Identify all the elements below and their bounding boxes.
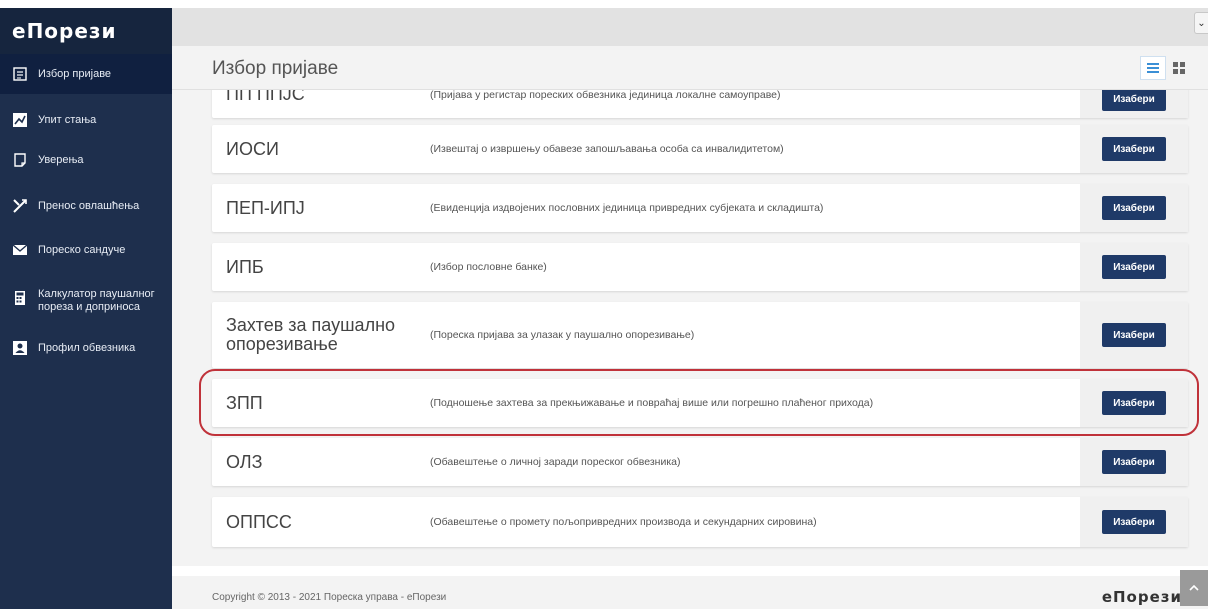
- list-item: ПП ППЈС (Пријава у регистар пореских обв…: [212, 90, 1188, 118]
- footer: Copyright © 2013 - 2021 Пореска управа -…: [172, 576, 1208, 609]
- button-cell: Изабери: [1080, 379, 1188, 427]
- mail-icon: [12, 242, 28, 258]
- sidebar-item-label: Избор пријаве: [38, 68, 112, 80]
- select-button[interactable]: Изабери: [1102, 137, 1166, 161]
- select-button[interactable]: Изабери: [1102, 391, 1166, 415]
- list-item-highlighted: ЗПП (Подношење захтева за прекњижавање и…: [212, 379, 1188, 427]
- select-button[interactable]: Изабери: [1102, 196, 1166, 220]
- form-code: ИПБ: [226, 256, 264, 277]
- button-cell: Изабери: [1080, 90, 1188, 118]
- chevron-down-icon[interactable]: ⌄: [1194, 12, 1208, 34]
- select-button[interactable]: Изабери: [1102, 255, 1166, 279]
- sidebar-item-label: Профил обвезника: [38, 342, 136, 354]
- transfer-icon: [12, 198, 28, 214]
- form-description: (Обавештење о промету пољопривредних про…: [430, 516, 817, 528]
- form-description: (Пријава у регистар пореских обвезника ј…: [430, 90, 781, 101]
- sidebar: еПорези Избор пријаве Упит стања Уверења…: [0, 8, 172, 609]
- scroll-to-top-button[interactable]: [1180, 570, 1208, 606]
- sidebar-item-label: Упит стања: [38, 114, 97, 126]
- list-item: ПЕП-ИПЈ (Евиденција издвојених пословних…: [212, 184, 1188, 232]
- sidebar-item-poresko-sanduce[interactable]: Пореско сандуче: [0, 230, 172, 274]
- sidebar-item-label: Калкулатор паушалног пореза и доприноса: [38, 288, 155, 313]
- list-item: ОЛЗ (Обавештење о личној заради пореског…: [212, 438, 1188, 486]
- list-icon: [1147, 63, 1159, 73]
- sidebar-item-label: Пореско сандуче: [38, 244, 126, 256]
- list-item: ИОСИ (Извештај о извршењу обавезе запошљ…: [212, 125, 1188, 173]
- button-cell: Изабери: [1080, 497, 1188, 547]
- form-code: ПЕП-ИПЈ: [226, 197, 305, 218]
- button-cell: Изабери: [1080, 302, 1188, 368]
- page-header: Избор пријаве: [172, 46, 1208, 90]
- list-view-button[interactable]: [1140, 56, 1166, 80]
- certificate-icon: [12, 152, 28, 168]
- sidebar-item-prenos-ovlascenja[interactable]: Пренос овлашћења: [0, 182, 172, 230]
- chart-icon: [12, 112, 28, 128]
- sidebar-item-upit-stanja[interactable]: Упит стања: [0, 94, 172, 138]
- form-code: ЗПП: [226, 392, 263, 413]
- profile-icon: [12, 340, 28, 356]
- top-bar: ⌄: [172, 8, 1208, 46]
- form-description: (Обавештење о личној заради пореског обв…: [430, 456, 681, 468]
- button-cell: Изабери: [1080, 184, 1188, 232]
- sidebar-item-label: Уверења: [38, 154, 84, 166]
- form-description: (Извештај о извршењу обавезе запошљавања…: [430, 143, 784, 155]
- form-description: (Подношење захтева за прекњижавање и пов…: [430, 397, 874, 409]
- form-code: ИОСИ: [226, 138, 279, 159]
- form-description: (Избор пословне банке): [430, 261, 547, 273]
- list-item: ИПБ (Избор пословне банке) Изабери: [212, 243, 1188, 291]
- sidebar-item-profil-obveznika[interactable]: Профил обвезника: [0, 334, 172, 374]
- sidebar-item-kalkulator[interactable]: Калкулатор паушалног пореза и доприноса: [0, 274, 172, 334]
- select-button[interactable]: Изабери: [1102, 450, 1166, 474]
- sidebar-item-uverenja[interactable]: Уверења: [0, 138, 172, 182]
- select-button[interactable]: Изабери: [1102, 510, 1166, 534]
- copyright-text: Copyright © 2013 - 2021 Пореска управа -…: [212, 592, 447, 603]
- select-button[interactable]: Изабери: [1102, 323, 1166, 347]
- button-cell: Изабери: [1080, 243, 1188, 291]
- form-code: ПП ППЈС: [226, 90, 305, 104]
- form-description: (Евиденција издвојених пословних јединиц…: [430, 202, 824, 214]
- button-cell: Изабери: [1080, 438, 1188, 486]
- form-code: ОЛЗ: [226, 451, 263, 472]
- calculator-icon: [12, 290, 28, 306]
- list-box-icon: [12, 66, 28, 82]
- view-toggle: [1140, 56, 1192, 80]
- form-description: (Пореска пријава за улазак у паушално оп…: [430, 329, 695, 341]
- grid-view-button[interactable]: [1166, 56, 1192, 80]
- form-code: Захтев за паушално опорезивање: [226, 315, 396, 354]
- page-title: Избор пријаве: [212, 58, 339, 79]
- sidebar-item-label: Пренос овлашћења: [38, 200, 140, 212]
- select-button[interactable]: Изабери: [1102, 90, 1166, 111]
- form-code: ОППСС: [226, 511, 292, 532]
- sidebar-item-izbor-prijave[interactable]: Избор пријаве: [0, 54, 172, 94]
- footer-logo: еПорези: [1101, 588, 1182, 606]
- brand-logo[interactable]: еПорези: [0, 8, 172, 54]
- button-cell: Изабери: [1080, 125, 1188, 173]
- form-list: ПП ППЈС (Пријава у регистар пореских обв…: [172, 90, 1208, 566]
- list-item: ОППСС (Обавештење о промету пољопривредн…: [212, 497, 1188, 547]
- grid-icon: [1173, 62, 1185, 74]
- list-item: Захтев за паушално опорезивање (Пореска …: [212, 302, 1188, 368]
- chevron-up-icon: [1189, 585, 1199, 591]
